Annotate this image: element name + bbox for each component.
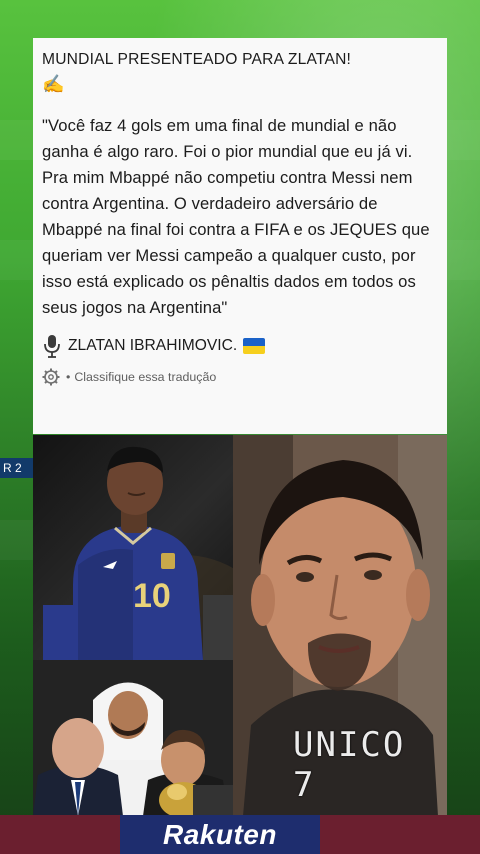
- sponsor-banner: Rakuten: [120, 815, 320, 854]
- writing-hand-icon: ✍️: [42, 74, 65, 94]
- officials-illustration: [33, 660, 233, 816]
- ukraine-flag-icon: [243, 338, 266, 354]
- post-card: MUNDIAL PRESENTEADO PARA ZLATAN! ✍️ "Voc…: [33, 38, 447, 434]
- translation-rating-link[interactable]: Classifique essa tradução: [74, 370, 216, 384]
- zlatan-photo: UNICO 7: [233, 435, 447, 816]
- scoreboard-text: R 2: [3, 461, 22, 475]
- gear-icon[interactable]: [42, 368, 60, 386]
- mbappe-photo: 10: [33, 435, 233, 660]
- microphone-icon: [44, 335, 60, 358]
- scoreboard-bug: R 2: [0, 458, 34, 478]
- author-name: ZLATAN IBRAHIMOVIC.: [68, 337, 238, 354]
- channel-watermark: UNICO 7: [293, 725, 406, 805]
- jersey-right-stripe: [320, 815, 480, 854]
- post-headline: MUNDIAL PRESENTEADO PARA ZLATAN!: [42, 51, 352, 68]
- mbappe-illustration: 10: [43, 446, 233, 660]
- author-row: ZLATAN IBRAHIMOVIC.: [42, 334, 437, 358]
- sponsor-logo-text: Rakuten: [163, 818, 277, 850]
- post-quote: "Você faz 4 gols em uma final de mundial…: [42, 116, 430, 317]
- translation-rating-row[interactable]: • Classifique essa tradução: [42, 368, 437, 386]
- officials-photo: [33, 660, 233, 816]
- jersey-left-stripe: [0, 815, 120, 854]
- jersey-number: 10: [133, 577, 171, 615]
- separator-dot: •: [66, 370, 71, 384]
